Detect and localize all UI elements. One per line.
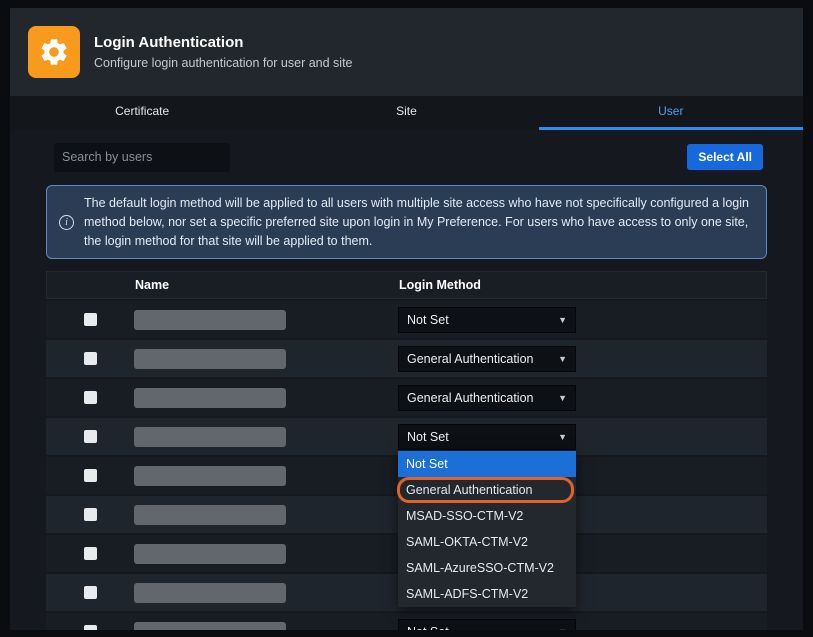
caret-down-icon: ▼ xyxy=(558,315,567,325)
menu-option-saml-adfs[interactable]: SAML-ADFS-CTM-V2 xyxy=(398,581,576,607)
info-banner-text: The default login method will be applied… xyxy=(84,194,752,250)
table-header: Name Login Method xyxy=(46,271,767,299)
redacted-name xyxy=(134,505,286,525)
login-method-select-open[interactable]: Not Set ▼ xyxy=(398,424,576,450)
table-row: Not Set ▼ xyxy=(46,301,767,338)
table-row: General Authentication ▼ xyxy=(46,379,767,416)
redacted-name xyxy=(134,583,286,603)
row-checkbox[interactable] xyxy=(84,469,97,482)
table-row: Not Set ▼ xyxy=(46,613,767,630)
row-checkbox[interactable] xyxy=(84,313,97,326)
caret-down-icon: ▼ xyxy=(558,393,567,403)
login-method-value: Not Set xyxy=(407,625,449,630)
caret-down-icon: ▼ xyxy=(558,627,567,630)
menu-option-not-set[interactable]: Not Set xyxy=(398,451,576,477)
page-title: Login Authentication xyxy=(94,34,353,51)
column-header-name: Name xyxy=(135,278,389,292)
menu-option-saml-okta[interactable]: SAML-OKTA-CTM-V2 xyxy=(398,529,576,555)
redacted-name xyxy=(134,544,286,564)
row-checkbox[interactable] xyxy=(84,430,97,443)
page-subtitle: Configure login authentication for user … xyxy=(94,56,353,70)
login-method-select[interactable]: Not Set ▼ xyxy=(398,619,576,630)
tab-site[interactable]: Site xyxy=(274,96,538,130)
redacted-name xyxy=(134,349,286,369)
menu-option-label: General Authentication xyxy=(406,483,532,497)
info-banner: i The default login method will be appli… xyxy=(46,185,767,259)
redacted-name xyxy=(134,388,286,408)
login-method-value: General Authentication xyxy=(407,352,533,366)
row-checkbox[interactable] xyxy=(84,586,97,599)
page-header-text: Login Authentication Configure login aut… xyxy=(94,34,353,70)
redacted-name xyxy=(134,622,286,630)
login-method-select[interactable]: General Authentication ▼ xyxy=(398,346,576,372)
caret-down-icon: ▼ xyxy=(558,432,567,442)
select-all-button[interactable]: Select All xyxy=(687,144,763,170)
tab-certificate[interactable]: Certificate xyxy=(10,96,274,130)
login-method-select[interactable]: Not Set ▼ xyxy=(398,307,576,333)
info-icon: i xyxy=(59,215,74,230)
row-checkbox[interactable] xyxy=(84,391,97,404)
page-header: Login Authentication Configure login aut… xyxy=(10,8,803,96)
caret-down-icon: ▼ xyxy=(558,354,567,364)
users-table: Name Login Method Not Set ▼ General Auth… xyxy=(46,271,767,630)
menu-option-saml-azuresso[interactable]: SAML-AzureSSO-CTM-V2 xyxy=(398,555,576,581)
login-method-value: Not Set xyxy=(407,430,449,444)
redacted-name xyxy=(134,310,286,330)
login-method-dropdown-menu: Not Set General Authentication MSAD-SSO-… xyxy=(398,451,576,607)
row-checkbox[interactable] xyxy=(84,508,97,521)
search-input[interactable] xyxy=(62,150,223,164)
row-checkbox[interactable] xyxy=(84,547,97,560)
row-checkbox[interactable] xyxy=(84,352,97,365)
redacted-name xyxy=(134,427,286,447)
toolbar: Select All xyxy=(10,142,803,172)
tab-user[interactable]: User xyxy=(539,96,803,130)
gear-icon xyxy=(28,26,80,78)
menu-option-msad-sso[interactable]: MSAD-SSO-CTM-V2 xyxy=(398,503,576,529)
column-header-login-method: Login Method xyxy=(389,278,766,292)
login-method-value: Not Set xyxy=(407,313,449,327)
row-checkbox[interactable] xyxy=(84,625,97,630)
login-method-select[interactable]: General Authentication ▼ xyxy=(398,385,576,411)
menu-option-general-authentication[interactable]: General Authentication xyxy=(398,477,576,503)
redacted-name xyxy=(134,466,286,486)
login-authentication-panel: Login Authentication Configure login aut… xyxy=(10,8,803,630)
table-row: Not Set ▼ Not Set General Authentication… xyxy=(46,418,767,455)
table-row: General Authentication ▼ xyxy=(46,340,767,377)
search-box[interactable] xyxy=(54,143,230,172)
login-method-value: General Authentication xyxy=(407,391,533,405)
tabbar: Certificate Site User xyxy=(10,96,803,130)
